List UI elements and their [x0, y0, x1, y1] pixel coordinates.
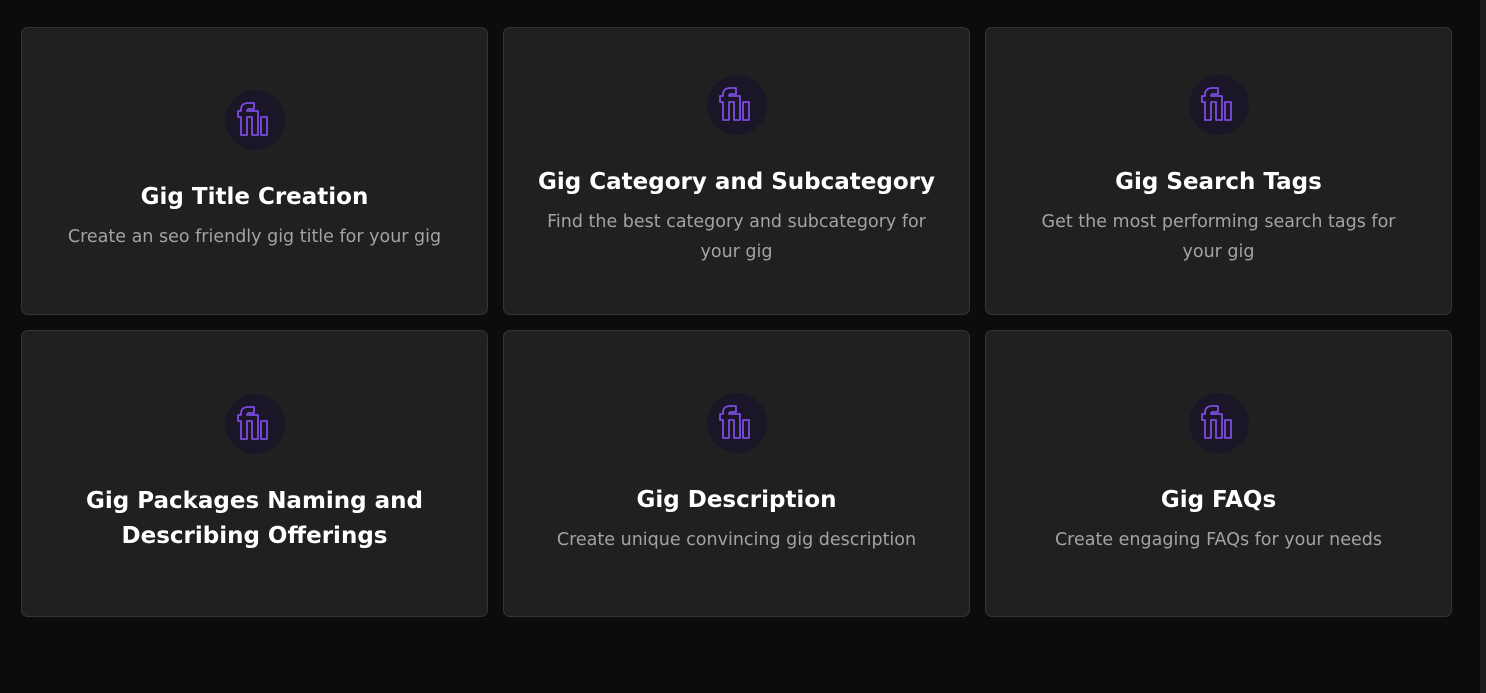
card-description: Get the most performing search tags for …: [1041, 212, 1396, 262]
card-title: Gig Description: [636, 486, 837, 513]
tools-grid: Gig Title Creation Create an seo friendl…: [21, 27, 1452, 617]
card-description: Create an seo friendly gig title for you…: [67, 227, 442, 247]
fiverr-logo-icon: [1200, 87, 1232, 121]
fiverr-logo-icon: [236, 405, 268, 440]
card-title: Gig FAQs: [1160, 486, 1277, 513]
icon-circle: [224, 90, 285, 150]
icon-circle: [706, 392, 767, 453]
page-scrollbar[interactable]: [1480, 0, 1486, 693]
fiverr-logo-icon: [718, 404, 750, 439]
card-title: Gig Category and Subcategory: [538, 169, 935, 195]
card-gig-packages-naming[interactable]: Gig Packages Naming and Describing Offer…: [21, 330, 488, 617]
fiverr-logo-icon: [718, 87, 750, 121]
card-description: Create unique convincing gig description: [556, 529, 917, 550]
fiverr-logo-icon: [236, 102, 268, 136]
icon-circle: [1188, 75, 1249, 135]
icon-circle: [706, 75, 767, 135]
icon-circle: [224, 393, 285, 454]
card-description: Create engaging FAQs for your needs: [1054, 529, 1383, 550]
card-description: Find the best category and subcategory f…: [547, 212, 926, 262]
card-gig-title-creation[interactable]: Gig Title Creation Create an seo friendl…: [21, 27, 488, 315]
icon-circle: [1188, 392, 1249, 453]
card-gig-faqs[interactable]: Gig FAQs Create engaging FAQs for your n…: [985, 330, 1452, 617]
card-gig-search-tags[interactable]: Gig Search Tags Get the most performing …: [985, 27, 1452, 315]
card-title: Gig Title Creation: [140, 184, 369, 210]
card-title: Gig Packages Naming and Describing Offer…: [85, 487, 424, 549]
card-gig-description[interactable]: Gig Description Create unique convincing…: [503, 330, 970, 617]
fiverr-logo-icon: [1200, 404, 1232, 439]
card-gig-category-and-subcategory[interactable]: Gig Category and Subcategory Find the be…: [503, 27, 970, 315]
card-title: Gig Search Tags: [1115, 169, 1322, 195]
